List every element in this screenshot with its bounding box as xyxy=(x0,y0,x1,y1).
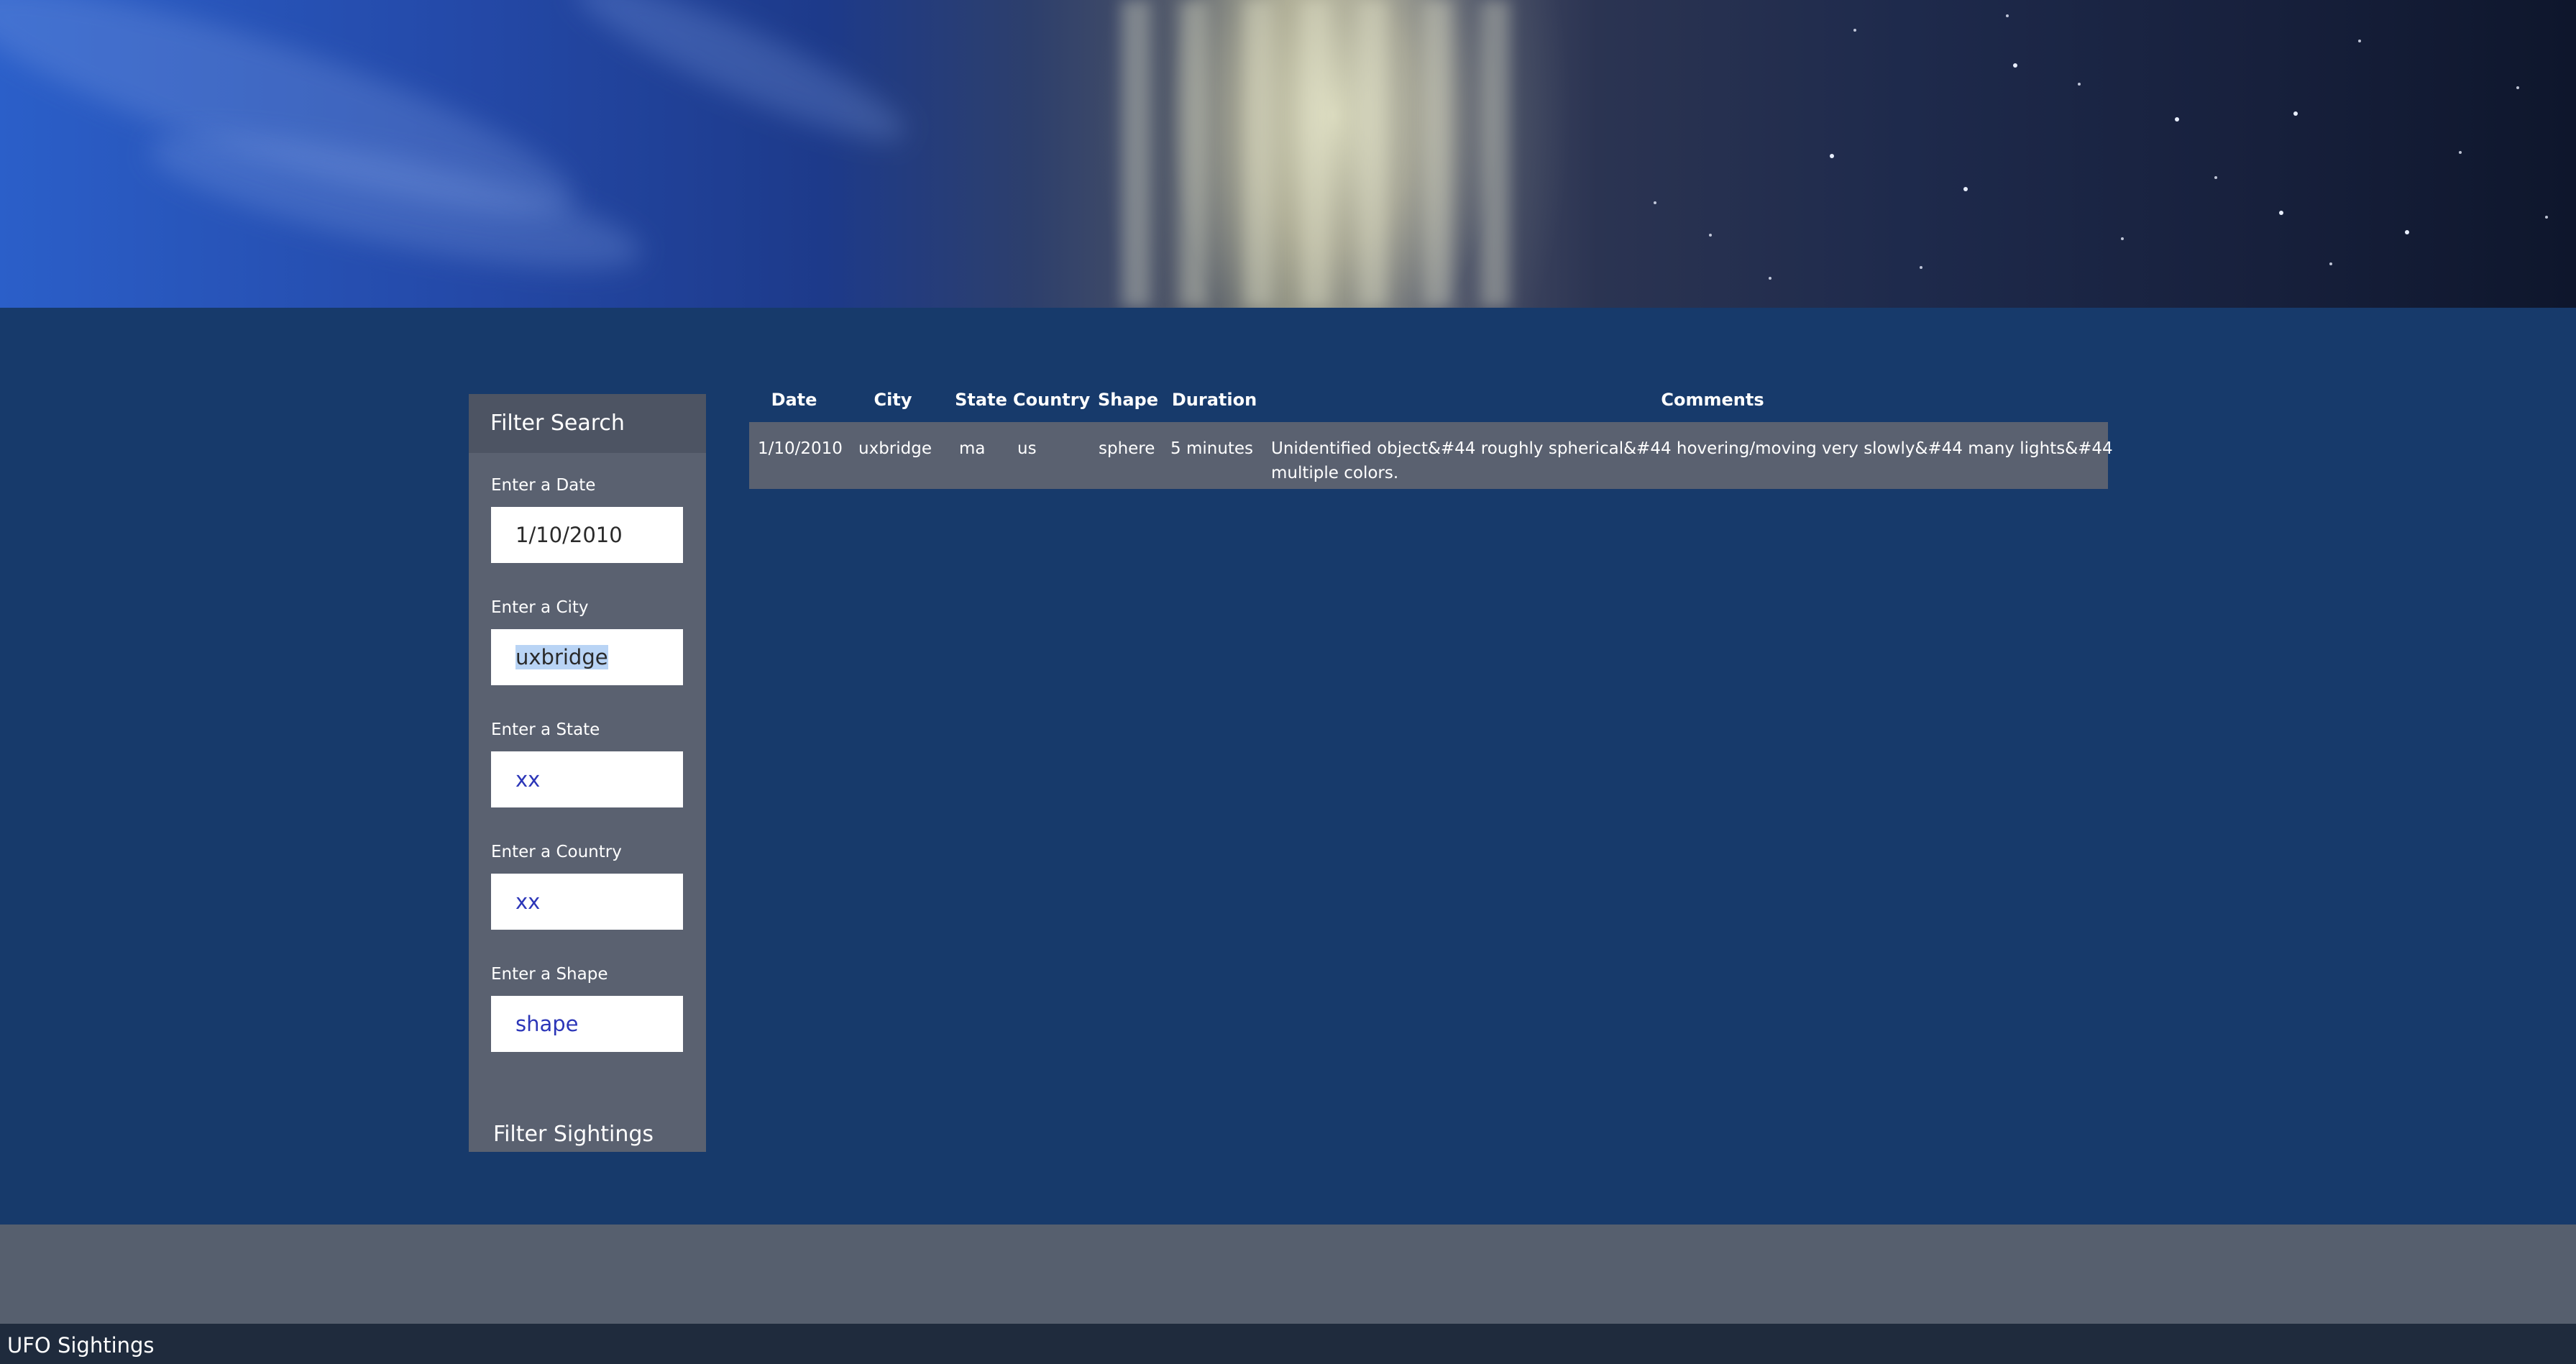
shape-field-label: Enter a Shape xyxy=(491,965,608,984)
city-field-label: Enter a City xyxy=(491,598,589,617)
column-header-state: State xyxy=(955,390,1007,410)
footer-band xyxy=(0,1225,2576,1324)
date-field-label: Enter a Date xyxy=(491,476,596,495)
cell-comments-line-1: Unidentified object&#44 roughly spherica… xyxy=(1271,439,2113,458)
cell-city: uxbridge xyxy=(858,439,932,458)
cell-shape: sphere xyxy=(1099,439,1155,458)
country-field-label: Enter a Country xyxy=(491,843,622,861)
cell-state: ma xyxy=(959,439,986,458)
filter-sightings-button[interactable]: Filter Sightings xyxy=(493,1122,654,1147)
column-header-duration: Duration xyxy=(1171,390,1257,410)
state-input[interactable]: xx xyxy=(491,751,683,807)
filter-search-title: Filter Search xyxy=(469,394,706,453)
cell-comments-line-2: multiple colors. xyxy=(1271,464,1399,482)
hero-banner-image xyxy=(0,0,2576,308)
country-input[interactable]: xx xyxy=(491,874,683,930)
footer-bar: UFO Sightings xyxy=(0,1324,2576,1364)
cell-duration: 5 minutes xyxy=(1170,439,1254,458)
table-row: 1/10/2010 uxbridge ma us sphere 5 minute… xyxy=(749,422,2113,489)
footer-title: UFO Sightings xyxy=(7,1333,155,1358)
city-input[interactable]: uxbridge xyxy=(491,629,683,685)
shape-input[interactable]: shape xyxy=(491,996,683,1052)
column-header-comments: Comments xyxy=(1661,390,1764,410)
cell-comments: Unidentified object&#44 roughly spherica… xyxy=(1271,436,2113,485)
date-input[interactable]: 1/10/2010 xyxy=(491,507,683,563)
city-input-value: uxbridge xyxy=(515,645,608,669)
state-field-label: Enter a State xyxy=(491,720,600,739)
column-header-shape: Shape xyxy=(1097,390,1159,410)
cell-country: us xyxy=(1017,439,1037,458)
column-header-country: Country xyxy=(1013,390,1091,410)
column-header-city: City xyxy=(874,390,912,410)
filter-search-panel: Filter Search Enter a Date 1/10/2010 Ent… xyxy=(469,394,706,1152)
cell-date: 1/10/2010 xyxy=(758,439,843,458)
column-header-date: Date xyxy=(771,390,817,410)
